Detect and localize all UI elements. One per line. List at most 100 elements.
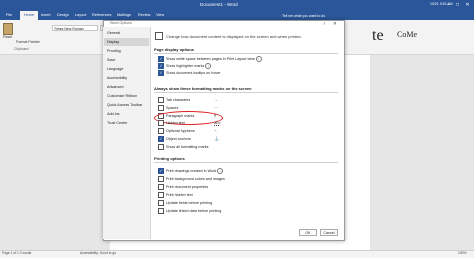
paste-label: Paste xyxy=(3,35,13,39)
option-label: Optional hyphens xyxy=(166,129,195,134)
checkbox-print-drawings[interactable]: ✓ xyxy=(158,167,164,174)
ok-button[interactable]: OK xyxy=(299,229,317,236)
help-icon[interactable]: ? xyxy=(323,21,325,26)
info-icon[interactable]: i xyxy=(255,56,262,63)
option-label: Print drawings created in Word xyxy=(166,169,217,174)
nav-item-add-ins[interactable]: Add-ins xyxy=(104,110,149,118)
option-print-properties[interactable]: Print document properties xyxy=(158,183,209,190)
nav-item-quick-access-toolbar[interactable]: Quick Access Toolbar xyxy=(104,101,149,109)
option-white-space[interactable]: ✓ Show white space between pages in Print… xyxy=(158,55,262,63)
option-tab-characters[interactable]: Tab characters xyxy=(158,96,191,103)
tab-insert[interactable]: Insert xyxy=(41,13,51,17)
anchor-icon: ⚓ xyxy=(214,136,219,141)
nav-item-language[interactable]: Language xyxy=(104,65,149,73)
checkbox-print-properties[interactable] xyxy=(158,183,164,190)
nav-item-proofing[interactable]: Proofing xyxy=(104,47,149,55)
dialog-title: Word Options xyxy=(110,21,132,25)
tab-layout[interactable]: Layout xyxy=(75,13,86,17)
zoom-level[interactable]: 100% xyxy=(458,251,466,255)
section-divider xyxy=(154,53,338,54)
option-print-hidden-text[interactable]: Print hidden text xyxy=(158,191,193,198)
option-spaces[interactable]: Spaces xyxy=(158,104,179,111)
option-update-fields[interactable]: Update fields before printing xyxy=(158,199,212,206)
style-preview-second[interactable]: CoMe xyxy=(397,30,417,39)
option-label: Show all formatting marks xyxy=(166,145,209,150)
option-tooltips[interactable]: ✓ Show document tooltips on hover xyxy=(158,69,221,76)
option-update-linked-data[interactable]: Update linked data before printing xyxy=(158,207,222,214)
checkbox-highlighter[interactable]: ✓ xyxy=(158,62,164,69)
info-icon[interactable]: i xyxy=(205,63,212,70)
section-page-display: Page display options xyxy=(154,47,195,52)
section-printing: Printing options xyxy=(154,156,185,161)
cancel-button[interactable]: Cancel xyxy=(320,229,338,236)
checkbox-tab-characters[interactable] xyxy=(158,96,164,103)
section-formatting-marks: Always show these formatting marks on th… xyxy=(154,86,252,91)
option-label: Show highlighter marks xyxy=(166,64,205,69)
space-mark-icon: ··· xyxy=(214,105,218,110)
dialog-close-icon[interactable]: ✕ xyxy=(333,21,337,27)
style-preview[interactable]: te xyxy=(372,27,384,45)
checkbox-spaces[interactable] xyxy=(158,104,164,111)
tab-bar xyxy=(0,11,474,20)
nav-item-customize-ribbon[interactable]: Customize Ribbon xyxy=(104,92,149,100)
close-icon[interactable]: ✕ xyxy=(463,1,472,9)
nav-item-display[interactable]: Display xyxy=(104,38,149,46)
checkbox-white-space[interactable]: ✓ xyxy=(158,55,164,62)
option-label: Object anchors xyxy=(166,137,191,142)
checkbox-print-hidden-text[interactable] xyxy=(158,191,164,198)
page-info: Page 1 of 1 0 words xyxy=(2,251,32,255)
option-highlighter[interactable]: ✓ Show highlighter marks i xyxy=(158,62,212,70)
format-painter-button[interactable]: Format Painter xyxy=(16,40,40,44)
option-label: Spaces xyxy=(166,106,179,111)
option-label: Print background colors and images xyxy=(166,177,225,182)
option-hidden-text[interactable]: Hidden text xyxy=(158,119,185,126)
clipboard-icon xyxy=(3,23,13,35)
tab-mailings[interactable]: Mailings xyxy=(117,13,131,17)
checkbox-update-fields[interactable] xyxy=(158,199,164,206)
option-show-all-marks[interactable]: Show all formatting marks xyxy=(158,143,209,150)
option-label: Hidden text xyxy=(166,121,185,126)
option-print-drawings[interactable]: ✓ Print drawings created in Word i xyxy=(158,167,224,175)
accessibility-status[interactable]: Accessibility: Good to go xyxy=(80,251,116,255)
option-label: Print document properties xyxy=(166,185,209,190)
checkbox-optional-hyphens[interactable] xyxy=(158,127,164,134)
tab-review[interactable]: Review xyxy=(138,13,150,17)
checkbox-print-background[interactable] xyxy=(158,175,164,182)
editing-group xyxy=(440,22,472,48)
option-label: Show document tooltips on hover xyxy=(166,71,221,76)
info-icon[interactable]: i xyxy=(217,168,224,175)
section-divider xyxy=(154,92,338,93)
minimize-icon[interactable]: – xyxy=(444,1,453,9)
hidden-text-mark-icon: abc xyxy=(214,120,221,125)
display-description: Change how document content is displayed… xyxy=(166,34,302,39)
tab-design[interactable]: Design xyxy=(57,13,69,17)
nav-item-general[interactable]: General xyxy=(104,29,149,37)
nav-item-advanced[interactable]: Advanced xyxy=(104,83,149,91)
nav-item-save[interactable]: Save xyxy=(104,56,149,64)
option-label: Tab characters xyxy=(166,98,191,103)
nav-item-trust-center[interactable]: Trust Center xyxy=(104,119,149,127)
tell-me-search[interactable]: Tell me what you want to do xyxy=(282,14,325,18)
option-label: Print hidden text xyxy=(166,193,193,198)
tab-references[interactable]: References xyxy=(92,13,111,17)
checkbox-update-linked-data[interactable] xyxy=(158,207,164,214)
tab-mark-icon: → xyxy=(214,97,218,102)
option-object-anchors[interactable]: ✓ Object anchors xyxy=(158,135,191,142)
checkbox-hidden-text[interactable] xyxy=(158,119,164,126)
option-print-background[interactable]: Print background colors and images xyxy=(158,175,225,182)
option-label: Show white space between pages in Print … xyxy=(166,57,255,62)
clipboard-group-label: Clipboard xyxy=(14,47,29,51)
window-title: Document1 - Word xyxy=(200,2,238,7)
hyphen-mark-icon: ¬ xyxy=(214,128,217,133)
checkbox-tooltips[interactable]: ✓ xyxy=(158,69,164,76)
font-name-select[interactable]: Times New Roman xyxy=(52,25,98,31)
checkbox-show-all-marks[interactable] xyxy=(158,143,164,150)
option-optional-hyphens[interactable]: Optional hyphens xyxy=(158,127,195,134)
nav-item-accessibility[interactable]: Accessibility xyxy=(104,74,149,82)
maximize-icon[interactable]: □ xyxy=(453,1,462,9)
option-label: Update linked data before printing xyxy=(166,209,222,214)
tab-view[interactable]: View xyxy=(156,13,164,17)
checkbox-object-anchors[interactable]: ✓ xyxy=(158,135,164,142)
tab-home[interactable]: Home xyxy=(20,11,38,20)
tab-file[interactable]: File xyxy=(6,13,12,17)
